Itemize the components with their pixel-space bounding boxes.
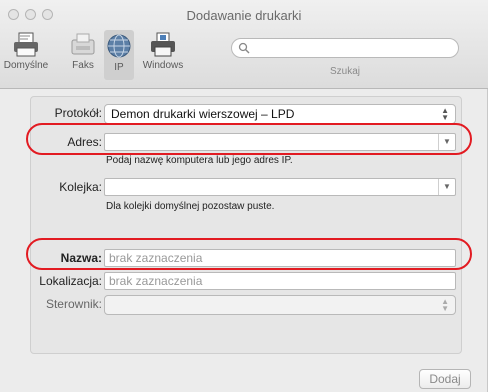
chevron-down-icon[interactable]: ▼ — [438, 134, 455, 150]
search-icon — [238, 42, 250, 54]
driver-label: Sterownik: — [45, 297, 102, 311]
queue-label: Kolejka: — [59, 180, 102, 194]
name-input[interactable]: brak zaznaczenia — [104, 249, 456, 267]
toolbar-item-windows[interactable]: Windows — [140, 32, 186, 71]
toolbar-item-label: Windows — [142, 60, 184, 71]
window-title: Dodawanie drukarki — [186, 8, 302, 23]
toolbar-item-label: Domyślne — [3, 60, 49, 71]
updown-arrows-icon: ▲ ▼ — [441, 106, 449, 122]
protocol-select[interactable]: Demon drukarki wierszowej – LPD ▲ ▼ — [104, 104, 456, 124]
toolbar: Dodawanie drukarki Domyślne Faks IP Wind… — [0, 0, 488, 89]
toolbar-item-label: Faks — [72, 60, 94, 71]
toolbar-item-fax[interactable]: Faks — [65, 32, 101, 71]
driver-select[interactable]: ▲ ▼ — [104, 295, 456, 315]
queue-input[interactable]: ▼ — [104, 178, 456, 196]
name-label: Nazwa: — [60, 251, 102, 265]
add-button[interactable]: Dodaj — [419, 369, 471, 389]
add-printer-window: Dodawanie drukarki Domyślne Faks IP Wind… — [0, 0, 488, 392]
search-label: Szukaj — [329, 66, 360, 77]
updown-arrows-icon: ▲ ▼ — [441, 297, 449, 313]
globe-icon — [107, 34, 131, 58]
toolbar-item-ip[interactable]: IP — [104, 30, 134, 80]
address-hint: Podaj nazwę komputera lub jego adres IP. — [106, 155, 293, 166]
search-input[interactable] — [231, 38, 459, 58]
address-label: Adres: — [67, 135, 102, 149]
printer-default-icon — [14, 32, 38, 57]
toolbar-item-label: IP — [114, 62, 124, 73]
location-placeholder: brak zaznaczenia — [109, 274, 203, 288]
protocol-label: Protokół: — [54, 106, 102, 120]
address-input[interactable]: ▼ — [104, 133, 456, 151]
windows-printer-icon — [151, 32, 175, 57]
location-input[interactable]: brak zaznaczenia — [104, 272, 456, 290]
chevron-down-icon[interactable]: ▼ — [438, 179, 455, 195]
name-placeholder: brak zaznaczenia — [109, 251, 203, 265]
queue-hint: Dla kolejki domyślnej pozostaw puste. — [106, 201, 275, 212]
fax-icon — [71, 33, 95, 55]
location-label: Lokalizacja: — [39, 274, 102, 288]
protocol-value: Demon drukarki wierszowej – LPD — [111, 107, 295, 121]
toolbar-item-default[interactable]: Domyślne — [2, 32, 50, 71]
